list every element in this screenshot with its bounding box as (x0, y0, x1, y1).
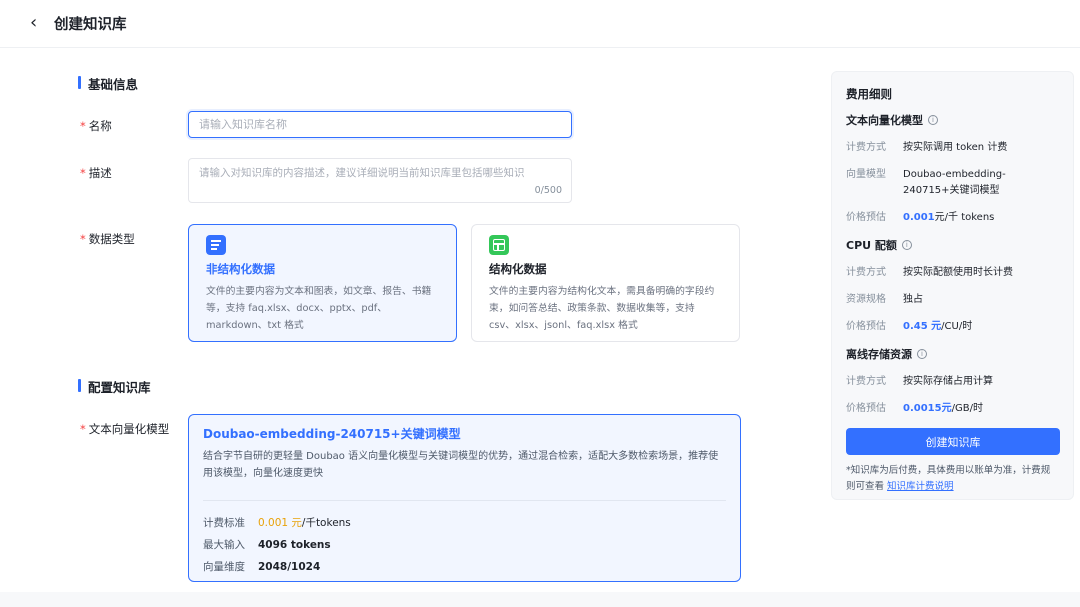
cost-panel-title: 费用细则 (846, 87, 892, 101)
billing-doc-link[interactable]: 知识库计费说明 (887, 481, 954, 492)
data-type-unstructured-card[interactable]: 非结构化数据 文件的主要内容为文本和图表，如文章、报告、书籍等，支持 faq.x… (188, 224, 457, 342)
divider (203, 500, 726, 501)
cost-row: 资源规格 独占 (846, 294, 923, 305)
cost-row: 计费方式 按实际调用 token 计费 (846, 142, 1008, 153)
cost-row: 价格预估 0.45 元/CU/时 (846, 321, 973, 332)
cost-panel: 费用细则 文本向量化模型 i 计费方式 按实际调用 token 计费 向量模型 Dou… (831, 71, 1074, 500)
cost-row: 价格预估 0.001元/千 tokens (846, 212, 995, 223)
cost-row: 计费方式 按实际存储占用计算 (846, 376, 993, 387)
required-mark: * (80, 422, 86, 436)
desc-label: * 描述 (80, 166, 112, 180)
chevron-left-icon[interactable]: ‹ (30, 12, 50, 34)
cost-row: 向量模型 Doubao-embedding-240715+关键词模型 (846, 169, 1006, 196)
data-type-label: * 数据类型 (80, 232, 135, 246)
billing-note: *知识库为后付费，具体费用以账单为准，计费规则可查看 知识库计费说明 (846, 465, 1051, 492)
required-mark: * (80, 119, 86, 133)
cost-row: 价格预估 0.0015元/GB/时 (846, 403, 983, 414)
cost-storage-title: 离线存储资源 i (846, 346, 1059, 362)
model-desc: 结合字节自研的更轻量 Doubao 语义向量化模型与关键词模型的优势，通过混合检… (203, 451, 719, 479)
data-type-structured-card[interactable]: 结构化数据 文件的主要内容为结构化文本，需具备明确的字段约束，如问答总结、政策条… (471, 224, 740, 342)
required-mark: * (80, 232, 86, 246)
model-dimension-row: 向量维度 2048/1024 (203, 561, 321, 573)
bottom-bar (0, 592, 1080, 607)
data-type-desc: 文件的主要内容为结构化文本，需具备明确的字段约束，如问答总结、政策条款、数据收集… (489, 286, 715, 331)
section-title-config: 配置知识库 (78, 377, 151, 396)
table-icon (489, 235, 509, 255)
data-type-desc: 文件的主要内容为文本和图表，如文章、报告、书籍等，支持 faq.xlsx、doc… (206, 286, 432, 331)
model-label: * 文本向量化模型 (80, 422, 170, 436)
cost-cpu-title: CPU 配额 i (846, 237, 1059, 253)
desc-textarea[interactable] (189, 159, 571, 202)
name-input[interactable] (188, 111, 572, 138)
info-icon[interactable]: i (928, 115, 938, 125)
data-type-name: 非结构化数据 (206, 262, 275, 276)
info-icon[interactable]: i (917, 349, 927, 359)
model-price-value: 0.001 元 (258, 517, 302, 529)
page-title: 创建知识库 (54, 17, 127, 33)
desc-field: 0/500 (188, 158, 572, 203)
model-card[interactable]: Doubao-embedding-240715+关键词模型 结合字节自研的更轻量… (188, 414, 741, 582)
model-name: Doubao-embedding-240715+关键词模型 (203, 427, 461, 441)
info-icon[interactable]: i (901, 240, 912, 250)
cost-text-model-title: 文本向量化模型 i (846, 112, 1059, 128)
document-icon (206, 235, 226, 255)
create-knowledge-base-button[interactable]: 创建知识库 (846, 428, 1060, 455)
name-label: * 名称 (80, 119, 112, 133)
page-header: ‹ 创建知识库 (0, 0, 1080, 48)
model-max-input-row: 最大输入 4096 tokens (203, 539, 331, 551)
section-title-basic: 基础信息 (78, 74, 138, 93)
required-mark: * (80, 166, 86, 180)
model-price-row: 计费标准 0.001 元/千tokens (203, 517, 351, 529)
desc-counter: 0/500 (534, 185, 562, 196)
data-type-name: 结构化数据 (489, 262, 547, 276)
cost-row: 计费方式 按实际配额使用时长计费 (846, 267, 1013, 278)
